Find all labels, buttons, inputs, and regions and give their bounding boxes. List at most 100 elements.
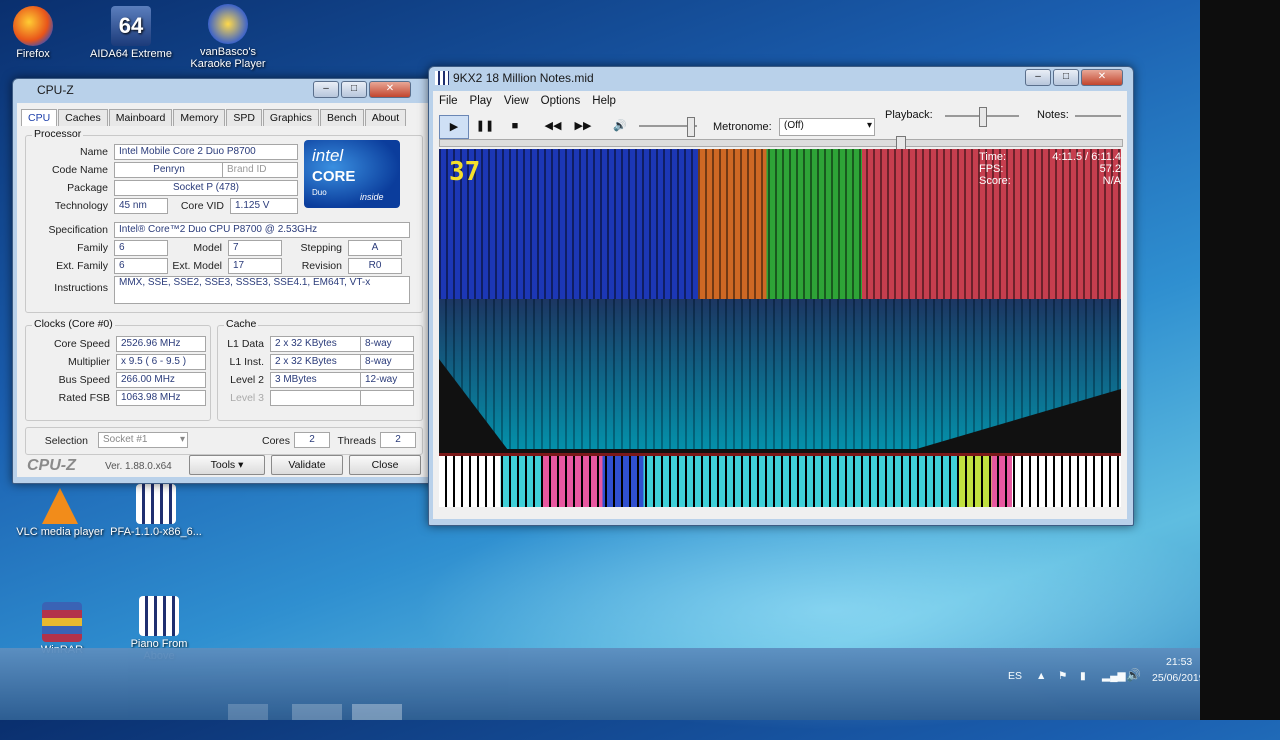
volume-icon[interactable]: 🔊 [1126, 668, 1141, 682]
logo-brand: intel [312, 146, 344, 165]
fast-forward-button[interactable]: ▶▶ [571, 115, 595, 137]
window-title: CPU-Z [37, 83, 74, 97]
rewind-button[interactable]: ◀◀ [541, 115, 565, 137]
clock-date[interactable]: 25/06/2019 [1152, 672, 1205, 684]
volume-slider[interactable] [639, 117, 697, 137]
taskbar-app-button[interactable] [292, 704, 342, 720]
piano-keyboard [439, 453, 1121, 507]
l1-data-value: 2 x 32 KBytes [270, 336, 362, 352]
tab-about[interactable]: About [364, 109, 407, 126]
rated-fsb-label: Rated FSB [58, 392, 110, 404]
cpuz-version: Ver. 1.88.0.x64 [105, 461, 172, 472]
karaoke-icon [208, 4, 248, 44]
revision-label: Revision [301, 260, 342, 272]
socket-select-value: Socket #1 [103, 434, 148, 445]
tab-memory[interactable]: Memory [173, 109, 226, 126]
socket-select[interactable]: Socket #1 ▾ [98, 432, 188, 448]
show-hidden-icons-icon[interactable]: ▲ [1036, 670, 1046, 682]
tools-button[interactable]: Tools ▾ [189, 455, 265, 475]
desktop-icon-pfa-installer[interactable]: PFA-1.1.0-x86_6... [106, 484, 206, 538]
spec-label: Specification [48, 224, 108, 236]
volume-slider-thumb[interactable] [687, 117, 695, 137]
desktop-icon-label: PFA-1.1.0-x86_6... [110, 526, 202, 538]
clock-time[interactable]: 21:53 [1166, 656, 1192, 668]
play-button[interactable]: ▶ [439, 115, 469, 139]
vlc-icon [42, 488, 78, 524]
language-indicator[interactable]: ES [1008, 670, 1022, 682]
pause-button[interactable]: ❚❚ [473, 115, 497, 137]
close-window-button[interactable]: ✕ [1081, 69, 1123, 86]
maximize-button[interactable]: □ [341, 81, 367, 98]
fps-label: FPS: [979, 163, 1004, 175]
minimize-button[interactable]: – [1025, 69, 1051, 86]
minimize-button[interactable]: – [313, 81, 339, 98]
tab-spd[interactable]: SPD [226, 109, 262, 126]
desktop-icon-vanbasco[interactable]: vanBasco's Karaoke Player [183, 4, 273, 70]
taskbar-app-button[interactable] [228, 704, 268, 720]
cpuz-body: CPU Caches Mainboard Memory SPD Graphics Bench… [17, 103, 431, 477]
tab-caches[interactable]: Caches [58, 109, 108, 126]
desktop-icon-firefox[interactable]: Firefox [0, 6, 78, 60]
logo-sub: Duo [312, 188, 327, 197]
menu-file[interactable]: File [439, 95, 458, 107]
selection-label: Selection [44, 435, 88, 447]
pfa-titlebar[interactable]: 9KX2 18 Million Notes.mid – □ ✕ [429, 67, 1133, 89]
time-value: 4:11.5 / 6:11.4 [1052, 151, 1121, 163]
menu-view[interactable]: View [504, 95, 529, 107]
tab-bench[interactable]: Bench [319, 109, 364, 126]
taskbar-app-button[interactable] [352, 704, 402, 720]
note-visualizer: 37 Time: 4:11.5 / 6:11.4 FPS: 57.2 Score: N… [439, 149, 1121, 507]
l1-data-label: L1 Data [227, 338, 264, 350]
close-window-button[interactable]: ✕ [369, 81, 411, 98]
stop-button[interactable]: ■ [503, 115, 527, 137]
volume-button[interactable]: 🔊 [609, 115, 631, 137]
maximize-button[interactable]: □ [1053, 69, 1079, 86]
playback-label: Playback: [885, 109, 933, 121]
corevid-value: 1.125 V [230, 198, 298, 214]
extfamily-value: 6 [114, 258, 168, 274]
tab-mainboard[interactable]: Mainboard [108, 109, 173, 126]
desktop-icon-aida64[interactable]: 64 AIDA64 Extreme [86, 6, 176, 60]
group-title: Processor [32, 128, 84, 140]
window-title: 9KX2 18 Million Notes.mid [453, 71, 594, 85]
tab-cpu[interactable]: CPU [21, 109, 58, 126]
chevron-down-icon: ▾ [238, 459, 244, 471]
position-thumb[interactable] [896, 136, 906, 150]
menu-play[interactable]: Play [470, 95, 492, 107]
family-value: 6 [114, 240, 168, 256]
level3-value [270, 390, 362, 406]
l1-inst-way: 8-way [360, 354, 414, 370]
multiplier-value: x 9.5 ( 6 - 9.5 ) [116, 354, 206, 370]
core-speed-value: 2526.96 MHz [116, 336, 206, 352]
metronome-label: Metronome: [713, 121, 772, 133]
metronome-select[interactable]: (Off) ▾ [779, 118, 875, 136]
menu-help[interactable]: Help [592, 95, 616, 107]
aida64-icon: 64 [111, 6, 151, 46]
level3-label: Level 3 [230, 392, 264, 404]
app-icon [435, 71, 449, 85]
metronome-value: (Off) [784, 120, 804, 131]
close-button[interactable]: Close [349, 455, 421, 475]
rated-fsb-value: 1063.98 MHz [116, 390, 206, 406]
cpuz-titlebar[interactable]: CPU-Z – □ ✕ [13, 79, 437, 101]
desktop-icon-label: VLC media player [16, 526, 104, 538]
play-icon: ▶ [449, 121, 459, 133]
desktop-icon-vlc[interactable]: VLC media player [10, 488, 110, 538]
playback-slider-thumb[interactable] [979, 107, 987, 127]
menu-options[interactable]: Options [541, 95, 581, 107]
codename-value: Penryn [114, 162, 224, 178]
notes-slider[interactable] [1075, 115, 1121, 117]
tab-graphics[interactable]: Graphics [262, 109, 319, 126]
position-bar[interactable] [439, 136, 1123, 150]
logo-tag: inside [360, 192, 384, 202]
action-center-icon[interactable]: ⚑ [1058, 670, 1067, 682]
instructions-label: Instructions [54, 282, 108, 294]
pause-icon: ❚❚ [475, 120, 495, 132]
desktop-icon-label: vanBasco's Karaoke Player [190, 46, 266, 70]
playback-speed-slider[interactable] [945, 107, 1019, 127]
bus-speed-value: 266.00 MHz [116, 372, 206, 388]
network-icon[interactable]: ▂▄▆ [1102, 670, 1126, 682]
power-icon[interactable]: ▮ [1080, 670, 1086, 682]
winrar-icon [42, 602, 82, 642]
validate-button[interactable]: Validate [271, 455, 343, 475]
